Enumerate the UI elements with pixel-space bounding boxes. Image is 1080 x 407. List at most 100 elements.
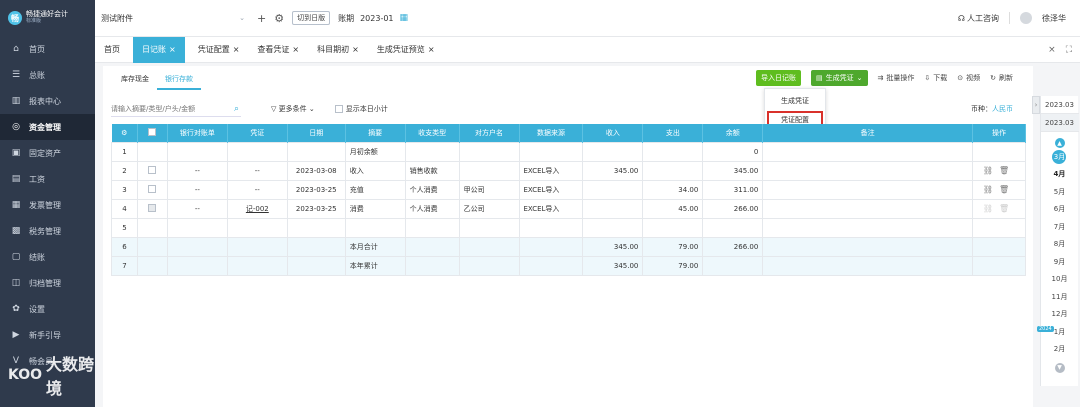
cell-text: 7 — [122, 261, 127, 270]
tab-5[interactable]: 生成凭证预览 × — [368, 37, 444, 63]
download-button[interactable]: ⇩ 下载 — [924, 73, 947, 83]
tab-4[interactable]: 科目期初 × — [308, 37, 368, 63]
cell-text: 311.00 — [733, 185, 759, 194]
tab-1[interactable]: 日记账 × — [133, 36, 185, 63]
month-item[interactable]: 1月 — [1054, 324, 1065, 342]
month-item[interactable]: 8月 — [1054, 236, 1065, 254]
cell-no: 2 — [111, 160, 138, 181]
brand-logo[interactable]: 畅 畅捷通好会计 标准版 — [0, 0, 95, 36]
link-icon[interactable]: ⛓ — [983, 166, 999, 175]
year-label-selected[interactable]: 2023.03 — [1040, 114, 1079, 132]
table-row[interactable]: 6 本月合计 345.00 79.00 266.00 — [111, 236, 1027, 257]
more-conditions-button[interactable]: ▽ 更多条件 ⌄ — [271, 104, 315, 114]
subtab-0[interactable]: 库存现金 — [113, 70, 157, 90]
close-icon[interactable]: × — [169, 45, 176, 54]
gear-icon[interactable]: ⚙ — [274, 12, 284, 25]
sidebar-item-home[interactable]: ⌂ 首页 — [0, 36, 95, 62]
cell-note — [762, 179, 973, 200]
scroll-up-icon[interactable]: ▲ — [1054, 138, 1065, 148]
search-input[interactable] — [111, 104, 221, 113]
refresh-button[interactable]: ↻ 刷新 — [990, 73, 1013, 83]
table-row[interactable]: 3 -- -- 2023-03-25 充值 个人消费 甲公司 EXCEL导入 34.00 311.… — [111, 179, 1027, 200]
sidebar-item-archive[interactable]: ◫ 归档管理 — [0, 270, 95, 296]
table-row[interactable]: 5 — [111, 217, 1027, 238]
month-item[interactable]: 11月 — [1052, 289, 1068, 307]
column-header: 凭证 — [227, 124, 288, 142]
video-button[interactable]: ⊙ 视频 — [957, 73, 980, 83]
add-icon[interactable]: + — [257, 12, 266, 25]
row-checkbox[interactable] — [148, 184, 157, 193]
subtab-1[interactable]: 银行存款 — [157, 70, 201, 90]
month-item[interactable]: 9月 — [1054, 254, 1065, 272]
sidebar-item-tax[interactable]: ▩ 税务管理 — [0, 218, 95, 244]
avatar[interactable] — [1020, 12, 1032, 24]
close-icon[interactable]: × — [428, 45, 435, 54]
user-name[interactable]: 徐泽华 — [1042, 13, 1066, 24]
daily-subtotal-checkbox[interactable] — [334, 105, 343, 113]
batch-operation-button[interactable]: ⇉ 批量操作 — [878, 73, 915, 83]
sidebar-item-gear[interactable]: ✿ 设置 — [0, 296, 95, 322]
home-icon: ⌂ — [13, 44, 19, 54]
import-journal-button[interactable]: 导入日记账 — [756, 70, 801, 86]
sidebar-item-money[interactable]: ◎ 资金管理 — [0, 114, 95, 140]
row-checkbox[interactable] — [148, 165, 157, 174]
switch-version-button[interactable]: 切到日版 — [292, 11, 331, 25]
link-icon[interactable]: ⛓ — [983, 204, 999, 213]
search-icon[interactable]: ⌕ — [234, 104, 239, 114]
month-item[interactable]: 4月 — [1054, 166, 1066, 184]
sidebar-item-ledger[interactable]: ☰ 总账 — [0, 62, 95, 88]
link-icon[interactable]: ⛓ — [983, 185, 999, 194]
trash-icon[interactable]: 🗑 — [999, 166, 1015, 175]
support-link[interactable]: 人工咨询 — [967, 13, 999, 24]
month-item[interactable]: 10月 — [1052, 271, 1068, 289]
tab-2[interactable]: 凭证配置 × — [189, 37, 249, 63]
sidebar-item-guide[interactable]: ▶ 新手引导 — [0, 322, 95, 348]
table-row[interactable]: 4 -- 记-002 2023-03-25 消费 个人消费 乙公司 EXCEL导入 45.00 2… — [111, 198, 1027, 219]
headset-icon[interactable]: ☊ — [958, 14, 965, 23]
tab-0[interactable]: 首页 — [95, 37, 129, 63]
sidebar-item-salary[interactable]: ▤ 工资 — [0, 166, 95, 192]
collapse-handle[interactable]: › — [1032, 96, 1040, 114]
cell-text: 79.00 — [678, 261, 699, 270]
fullscreen-icon[interactable]: ⛶ — [1066, 45, 1072, 55]
tab-3[interactable]: 查看凭证 × — [248, 37, 308, 63]
month-item[interactable]: 7月 — [1054, 219, 1065, 237]
close-icon[interactable]: × — [352, 45, 359, 54]
calendar-icon[interactable]: ▦ — [400, 13, 409, 23]
sidebar-item-chart[interactable]: ▥ 报表中心 — [0, 88, 95, 114]
cell-no: 1 — [111, 141, 138, 162]
select-all-checkbox[interactable] — [148, 127, 157, 136]
table-row[interactable]: 1 月初余额 0 — [111, 141, 1027, 162]
close-icon[interactable]: × — [292, 45, 299, 54]
scroll-down-icon[interactable]: ▼ — [1054, 362, 1065, 373]
month-item[interactable]: 5月 — [1054, 184, 1065, 202]
currency-select[interactable]: 币种：人民币 — [971, 104, 1013, 114]
month-item[interactable]: 2月 — [1054, 341, 1065, 359]
company-select[interactable]: 测试附件 ⌄ — [101, 13, 249, 24]
period-value[interactable]: 2023-01 — [360, 14, 393, 23]
cell-type — [404, 141, 460, 162]
month-item[interactable]: 12月 — [1052, 306, 1068, 324]
row-checkbox — [148, 203, 157, 212]
cell-party — [458, 236, 520, 257]
tax-icon: ▩ — [11, 226, 21, 236]
table-row[interactable]: 7 本年累计 345.00 79.00 — [111, 255, 1027, 276]
sidebar-item-invoice[interactable]: ▦ 发票管理 — [0, 192, 95, 218]
column-header[interactable] — [137, 124, 168, 142]
close-all-icon[interactable]: × — [1048, 45, 1056, 55]
sidebar-item-asset[interactable]: ▣ 固定资产 — [0, 140, 95, 166]
cell-date — [286, 141, 346, 162]
action-toolbar: 导入日记账 ▤ 生成凭证 ⌄ ⇉ 批量操作 ⇩ 下载 ⊙ 视频 ↻ 刷新 — [756, 70, 1013, 86]
trash-icon[interactable]: 🗑 — [999, 185, 1015, 194]
month-item[interactable]: 3月 — [1052, 150, 1067, 164]
column-settings-icon[interactable]: ⚙ — [111, 124, 138, 142]
table-row[interactable]: 2 -- -- 2023-03-08 收入 销售收款 EXCEL导入 345.00 345.00… — [111, 160, 1027, 181]
daily-subtotal-toggle[interactable]: 显示本日小计 — [334, 104, 388, 114]
generate-voucher-button[interactable]: ▤ 生成凭证 ⌄ — [811, 70, 868, 86]
cell-voucher[interactable]: 记-002 — [226, 198, 288, 219]
close-icon[interactable]: × — [233, 45, 240, 54]
sidebar-item-close-books[interactable]: ▢ 结账 — [0, 244, 95, 270]
cell-ops: ⛓🗑 — [971, 179, 1027, 200]
trash-icon[interactable]: 🗑 — [999, 204, 1015, 213]
month-item[interactable]: 6月 — [1054, 201, 1065, 219]
